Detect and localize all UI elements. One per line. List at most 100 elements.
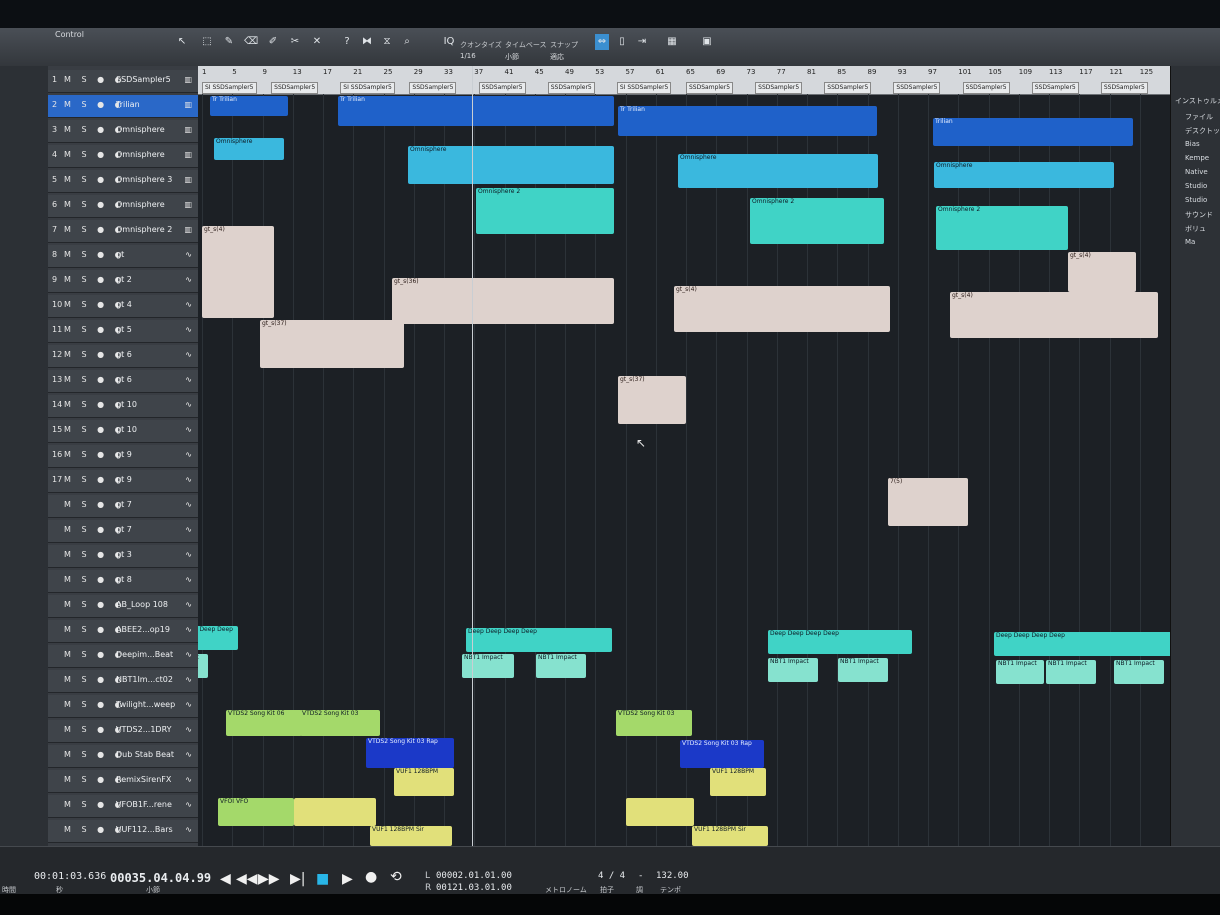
listen-tool-icon[interactable]: ⧖ bbox=[380, 34, 394, 50]
track-name[interactable]: gt 6 bbox=[116, 375, 132, 384]
marker-tag[interactable]: SI SSDSampler5 bbox=[202, 82, 257, 94]
vuf-clip[interactable]: VUF1 128BPM bbox=[710, 768, 766, 796]
loop-icon[interactable]: ⟲ bbox=[390, 869, 402, 885]
track-row[interactable]: M S ● ◐ NBT1Im...ct02 ∿ bbox=[48, 670, 198, 693]
track-name[interactable]: Omnisphere bbox=[116, 125, 165, 134]
track-row[interactable]: 8M S ● ◐ gt ∿ bbox=[48, 245, 198, 268]
vtds-clip[interactable]: VTDS2 Song Kit 06 bbox=[226, 710, 302, 736]
vuf-clip[interactable]: VUF1 128BPM Sir bbox=[692, 826, 768, 846]
impact-clip[interactable]: NBT1 Impact bbox=[1114, 660, 1164, 684]
track-row[interactable]: M S ● ◐ gt 7 ∿ bbox=[48, 520, 198, 543]
audio-clip[interactable]: gt_s(4) bbox=[202, 226, 274, 318]
track-row[interactable]: 3M S ● ◐ Omnisphere ▥ bbox=[48, 120, 198, 143]
audio-clip[interactable]: gt_s(4) bbox=[950, 292, 1158, 338]
track-name[interactable]: RemixSirenFX bbox=[116, 775, 171, 784]
track-name[interactable]: Omnisphere 3 bbox=[116, 175, 172, 184]
audio-clip[interactable]: gt_s(4) bbox=[1068, 252, 1136, 292]
browser-item[interactable]: Native bbox=[1185, 168, 1208, 176]
marker-tag[interactable]: SSDSampler5 bbox=[962, 82, 1010, 94]
impact-clip[interactable]: NBT1 Impact bbox=[768, 658, 818, 682]
track-row[interactable]: 7M S ● ◐ Omnisphere 2 ▥ bbox=[48, 220, 198, 243]
marker-tag[interactable]: SI SSDSampler5 bbox=[340, 82, 395, 94]
snap-toggle-icon[interactable]: ⇔ bbox=[595, 34, 609, 50]
track-row[interactable]: 6M S ● ◐ Omnisphere ▥ bbox=[48, 195, 198, 218]
marker-tag[interactable]: SSDSampler5 bbox=[893, 82, 941, 94]
audio-clip[interactable]: gt_s(37) bbox=[618, 376, 686, 424]
vfo-clip[interactable] bbox=[626, 798, 694, 826]
track-row[interactable]: 11 M S ● ◐ gt 5 ∿ bbox=[48, 320, 198, 343]
marker-tag[interactable]: SSDSampler5 bbox=[755, 82, 803, 94]
bend-tool-icon[interactable]: ⧓ bbox=[360, 34, 374, 50]
omnisphere-clip[interactable]: Omnisphere 2 bbox=[476, 188, 614, 234]
track-name[interactable]: Omnisphere 2 bbox=[116, 225, 172, 234]
track-row[interactable]: M S ● ◐ gt 8 ∿ bbox=[48, 570, 198, 593]
record-icon[interactable]: ● bbox=[365, 869, 377, 885]
time-signature[interactable]: 4 / 4 bbox=[598, 871, 625, 881]
track-row[interactable]: M S ● ◐ VUF112...Bars ∿ bbox=[48, 820, 198, 843]
layout-icon[interactable]: ▦ bbox=[665, 34, 679, 50]
track-name[interactable]: gt bbox=[116, 250, 124, 259]
trilian-clip[interactable]: Tr Trilian bbox=[618, 106, 877, 136]
track-row[interactable]: M S ● ◐ ABEE2...op19 ∿ bbox=[48, 620, 198, 643]
browser-item[interactable]: Studio bbox=[1185, 196, 1207, 204]
loop-end[interactable]: 00121.03.01.00 bbox=[436, 883, 512, 893]
omnisphere-clip[interactable]: Omnisphere 2 bbox=[936, 206, 1068, 250]
track-row[interactable]: 4M S ● ◐ Omnisphere ▥ bbox=[48, 145, 198, 168]
trilian-clip[interactable]: Tr Trilian bbox=[338, 96, 614, 126]
return-to-zero-icon[interactable]: ◀ bbox=[220, 871, 231, 887]
track-name[interactable]: VTDS2...1DRY bbox=[116, 725, 172, 734]
browser-item[interactable]: Bias bbox=[1185, 140, 1200, 148]
track-name[interactable]: ABEE2...op19 bbox=[116, 625, 170, 634]
tempo-value[interactable]: 132.00 bbox=[656, 871, 689, 881]
omnisphere-clip[interactable]: Omnisphere bbox=[678, 154, 878, 188]
rewind-icon[interactable]: ◀◀ bbox=[236, 871, 258, 887]
go-to-end-icon[interactable]: ▶| bbox=[290, 871, 305, 887]
track-name[interactable]: gt 9 bbox=[116, 450, 132, 459]
track-name[interactable]: VUF112...Bars bbox=[116, 825, 173, 834]
marker-tag[interactable]: SSDSampler5 bbox=[1031, 82, 1079, 94]
audio-clip[interactable]: gt_s(36) bbox=[392, 278, 614, 324]
split-tool-icon[interactable]: ✂ bbox=[288, 34, 302, 50]
track-row[interactable]: 12 M S ● ◐ gt 6 ∿ bbox=[48, 345, 198, 368]
vuf-clip[interactable]: VUF1 128BPM Sir bbox=[370, 826, 452, 846]
vfo-clip[interactable] bbox=[294, 798, 376, 826]
track-name[interactable]: Dub Stab Beat bbox=[116, 750, 174, 759]
marker-tag[interactable]: SSDSampler5 bbox=[409, 82, 457, 94]
timebase-value[interactable]: 小節 bbox=[505, 52, 519, 62]
vtds-clip[interactable]: VTDS2 Song Kit 03 bbox=[616, 710, 692, 736]
track-name[interactable]: gt 6 bbox=[116, 350, 132, 359]
fast-forward-icon[interactable]: ▶▶ bbox=[258, 871, 280, 887]
autoscroll-icon[interactable]: ▯ bbox=[615, 34, 629, 50]
track-row[interactable]: M S ● ◐ Twilight...weep ∿ bbox=[48, 695, 198, 718]
loop-clip[interactable]: Deep Deep Deep Deep bbox=[768, 630, 912, 654]
track-row[interactable]: M S ● ◐ Deepim...Beat ∿ bbox=[48, 645, 198, 668]
track-row[interactable]: 2M S ● ◐ Trilian ▥ bbox=[48, 95, 198, 118]
track-row[interactable]: M S ● ◐ gt 3 ∿ bbox=[48, 545, 198, 568]
marker-tag[interactable]: SSDSampler5 bbox=[547, 82, 595, 94]
loop-start[interactable]: 00002.01.01.00 bbox=[436, 871, 512, 881]
track-name[interactable]: gt 8 bbox=[116, 575, 132, 584]
track-name[interactable]: AB_Loop 108 bbox=[116, 600, 168, 609]
track-name[interactable]: Omnisphere bbox=[116, 150, 165, 159]
marker-tag[interactable]: SSDSampler5 bbox=[1100, 82, 1148, 94]
track-row[interactable]: 14 M S ● ◐ gt 10 ∿ bbox=[48, 395, 198, 418]
track-name[interactable]: NBT1Im...ct02 bbox=[116, 675, 173, 684]
track-name[interactable]: gt 10 bbox=[116, 425, 137, 434]
stop-icon[interactable]: ■ bbox=[316, 871, 329, 887]
track-name[interactable]: gt 5 bbox=[116, 325, 132, 334]
browser-header[interactable]: インストゥルメント bbox=[1175, 96, 1220, 106]
omnisphere-clip[interactable]: Omnisphere bbox=[408, 146, 614, 184]
quantize-icon[interactable]: IQ bbox=[442, 34, 456, 50]
quantize-value[interactable]: 1/16 bbox=[460, 52, 476, 60]
audio-clip[interactable]: gt_s(37) bbox=[260, 320, 404, 368]
impact-clip[interactable]: NBT1 Impact bbox=[1046, 660, 1096, 684]
track-row[interactable]: M S ● ◐ RemixSirenFX ∿ bbox=[48, 770, 198, 793]
paint-tool-icon[interactable]: ✐ bbox=[266, 34, 280, 50]
help-icon[interactable]: ? bbox=[340, 34, 354, 50]
marker-tag[interactable]: SSDSampler5 bbox=[686, 82, 734, 94]
audio-clip[interactable]: gt_s(4) bbox=[674, 286, 890, 332]
follow-icon[interactable]: ⇥ bbox=[635, 34, 649, 50]
loop-clip[interactable]: Deep Deep Deep Deep bbox=[198, 626, 238, 650]
track-row[interactable]: 1M S ● ◐ SSDSampler5 ▥ bbox=[48, 70, 198, 93]
marker-tag[interactable]: SI SSDSampler5 bbox=[616, 82, 672, 94]
